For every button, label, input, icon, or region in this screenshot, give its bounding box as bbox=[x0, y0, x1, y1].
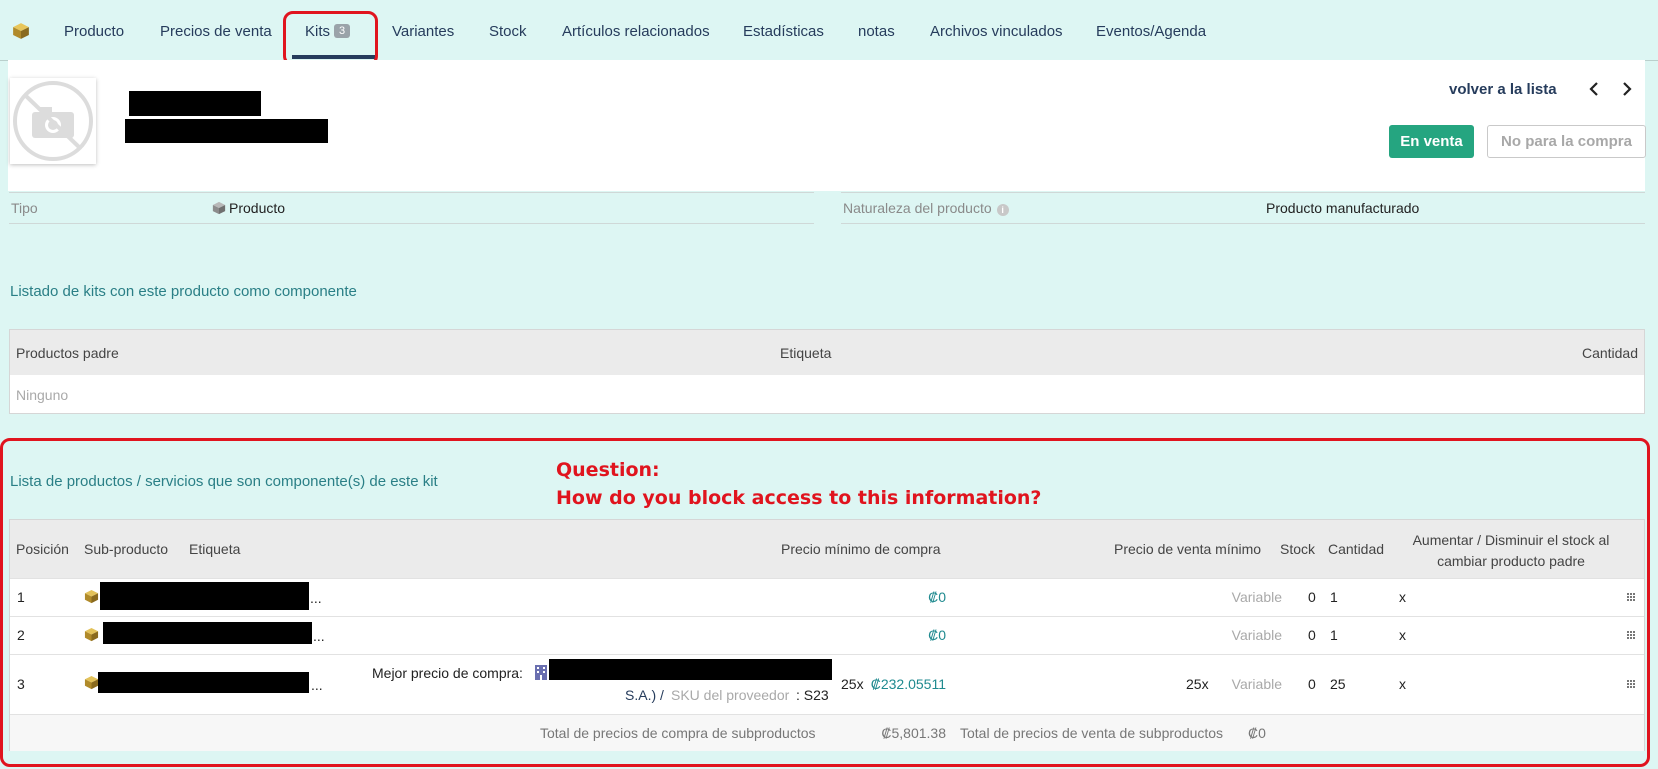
parent-kits-table: Productos padre Etiqueta Cantidad Ningun… bbox=[9, 329, 1645, 414]
status-not-for-purchase-button[interactable]: No para la compra bbox=[1487, 125, 1646, 158]
status-for-sale-button[interactable]: En venta bbox=[1389, 125, 1474, 158]
question-line-1: Question: bbox=[556, 459, 660, 481]
total-purchase-label: Total de precios de compra de subproduct… bbox=[540, 725, 816, 741]
drag-handle-icon[interactable] bbox=[1627, 593, 1635, 601]
next-icon[interactable] bbox=[1617, 78, 1637, 100]
info-icon[interactable]: i bbox=[996, 204, 1009, 216]
col-stock[interactable]: Stock bbox=[1280, 541, 1315, 557]
row-1-stock: 0 bbox=[1308, 589, 1316, 605]
kits-tab-highlight bbox=[283, 11, 378, 66]
type-value-text: Producto bbox=[229, 200, 286, 216]
product-box-icon bbox=[84, 675, 99, 690]
type-label: Tipo bbox=[11, 200, 38, 216]
product-photo[interactable] bbox=[10, 78, 96, 164]
drag-handle-icon[interactable] bbox=[1627, 631, 1635, 639]
previous-icon[interactable] bbox=[1584, 78, 1604, 100]
product-box-icon bbox=[84, 627, 99, 642]
row-2-quantity: 1 bbox=[1330, 627, 1338, 643]
tab-articulos-relacionados[interactable]: Artículos relacionados bbox=[562, 23, 710, 40]
row-3-adjust[interactable]: x bbox=[1399, 676, 1406, 692]
row-1-adjust[interactable]: x bbox=[1399, 589, 1406, 605]
row-2-stock: 0 bbox=[1308, 627, 1316, 643]
row-3-sku-label: SKU del proveedor bbox=[671, 687, 790, 703]
row-2-purchase-price: ₡0 bbox=[928, 627, 946, 643]
question-line-2: How do you block access to this informat… bbox=[556, 487, 1042, 509]
components-table: Posición Sub-producto Etiqueta Precio mí… bbox=[9, 519, 1645, 751]
row-3-stock: 0 bbox=[1308, 676, 1316, 692]
row-3-purchase-price: ₡232.05511 bbox=[870, 676, 946, 692]
row-divider bbox=[10, 654, 1644, 655]
redacted-product-name bbox=[125, 119, 328, 143]
row-2-sale-price: Variable bbox=[1231, 627, 1282, 643]
row-1-redacted-name[interactable] bbox=[100, 582, 309, 610]
product-box-icon[interactable] bbox=[12, 22, 30, 40]
row-3-purchase-multiplier: 25x bbox=[841, 676, 864, 692]
col-position[interactable]: Posición bbox=[16, 541, 69, 557]
row-3-best-price-label: Mejor precio de compra: bbox=[372, 665, 523, 681]
supplier-building-icon bbox=[535, 665, 547, 680]
row-3-redacted-supplier[interactable] bbox=[549, 659, 832, 680]
col-label[interactable]: Etiqueta bbox=[780, 345, 831, 361]
field-row-type bbox=[9, 192, 814, 224]
back-to-list-link[interactable]: volver a la lista bbox=[1449, 81, 1557, 98]
empty-message: Ninguno bbox=[16, 387, 69, 403]
type-value: Producto bbox=[212, 200, 285, 216]
row-3-quantity: 25 bbox=[1330, 676, 1346, 692]
row-3-supplier-suffix: S.A.) / bbox=[625, 687, 664, 703]
col-adjust-line-1: Aumentar / Disminuir el stock al bbox=[1412, 532, 1610, 548]
product-box-icon bbox=[212, 201, 226, 215]
tab-precios-de-venta[interactable]: Precios de venta bbox=[160, 23, 272, 40]
tab-notas[interactable]: notas bbox=[858, 23, 895, 40]
total-purchase-value: ₡5,801.38 bbox=[881, 725, 946, 741]
col-parent-products[interactable]: Productos padre bbox=[16, 345, 119, 361]
col-quantity[interactable]: Cantidad bbox=[1582, 345, 1638, 361]
row-3-sku-value: : S23 bbox=[796, 687, 829, 703]
col-adjust-stock[interactable]: Aumentar / Disminuir el stock al cambiar… bbox=[1400, 530, 1622, 572]
col-min-purchase-price[interactable]: Precio mínimo de compra bbox=[781, 541, 941, 557]
product-box-icon bbox=[84, 589, 99, 604]
tab-archivos-vinculados[interactable]: Archivos vinculados bbox=[930, 23, 1063, 40]
col-adjust-line-2: cambiar producto padre bbox=[1437, 553, 1585, 569]
parent-kits-title: Listado de kits con este producto como c… bbox=[10, 283, 357, 300]
row-1-position: 1 bbox=[17, 589, 25, 605]
total-sale-value: ₡0 bbox=[1248, 725, 1266, 741]
row-2-ellipsis: ... bbox=[313, 628, 325, 644]
row-divider bbox=[10, 616, 1644, 617]
row-2-redacted-name[interactable] bbox=[103, 622, 312, 644]
components-title: Lista de productos / servicios que son c… bbox=[10, 473, 438, 490]
no-photo-icon bbox=[13, 81, 93, 161]
tab-bar: Producto Precios de venta Kits 3 Variante… bbox=[0, 0, 1658, 61]
total-sale-label: Total de precios de venta de subproducto… bbox=[960, 725, 1224, 741]
row-3-sale-price: Variable bbox=[1231, 676, 1282, 692]
row-3-sale-multiplier: 25x bbox=[1186, 676, 1209, 692]
drag-handle-icon[interactable] bbox=[1627, 680, 1635, 688]
tab-eventos-agenda[interactable]: Eventos/Agenda bbox=[1096, 23, 1206, 40]
row-2-adjust[interactable]: x bbox=[1399, 627, 1406, 643]
tab-estadisticas[interactable]: Estadísticas bbox=[743, 23, 824, 40]
col-quantity[interactable]: Cantidad bbox=[1328, 541, 1384, 557]
col-label[interactable]: Etiqueta bbox=[189, 541, 240, 557]
redacted-product-ref bbox=[129, 91, 261, 116]
col-subproduct[interactable]: Sub-producto bbox=[84, 541, 168, 557]
row-1-quantity: 1 bbox=[1330, 589, 1338, 605]
tab-stock[interactable]: Stock bbox=[489, 23, 527, 40]
row-1-purchase-price: ₡0 bbox=[928, 589, 946, 605]
tab-variantes[interactable]: Variantes bbox=[392, 23, 454, 40]
row-3-redacted-name[interactable] bbox=[98, 672, 309, 693]
nature-label: Naturaleza del producto i bbox=[843, 200, 1009, 216]
nature-value: Producto manufacturado bbox=[1266, 200, 1420, 216]
row-1-sale-price: Variable bbox=[1231, 589, 1282, 605]
totals-row bbox=[10, 715, 1644, 751]
row-1-ellipsis: ... bbox=[310, 590, 322, 606]
row-3-ellipsis: ... bbox=[311, 677, 323, 693]
row-2-position: 2 bbox=[17, 627, 25, 643]
nature-label-text: Naturaleza del producto bbox=[843, 200, 992, 216]
tab-producto[interactable]: Producto bbox=[64, 23, 124, 40]
col-min-sale-price[interactable]: Precio de venta mínimo bbox=[1114, 541, 1261, 557]
row-3-position: 3 bbox=[17, 676, 25, 692]
row-divider bbox=[10, 578, 1644, 579]
